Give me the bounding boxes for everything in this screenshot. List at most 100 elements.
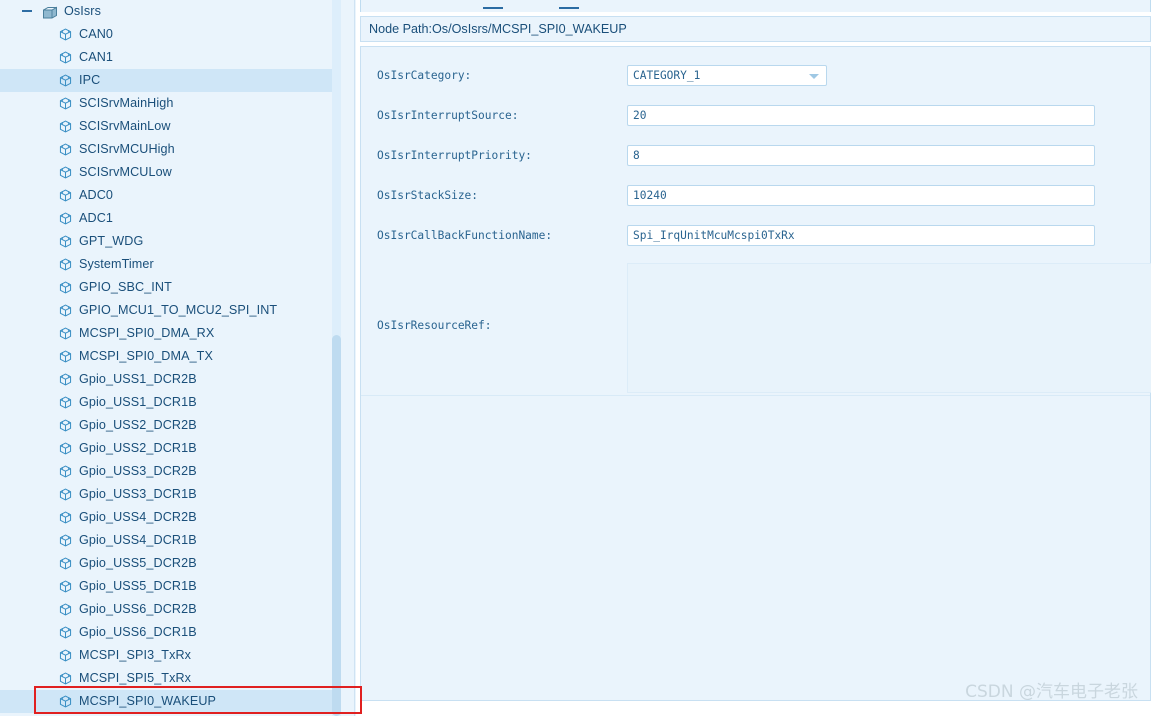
editor-panel: Node Path:Os/OsIsrs/MCSPI_SPI0_WAKEUP Os… bbox=[356, 0, 1151, 716]
cube-icon bbox=[58, 326, 73, 341]
tree-item-gpio-uss6-dcr1b[interactable]: Gpio_USS6_DCR1B bbox=[0, 621, 341, 644]
tree-item-label: GPIO_MCU1_TO_MCU2_SPI_INT bbox=[79, 303, 278, 317]
tree-item-label: GPIO_SBC_INT bbox=[79, 280, 172, 294]
tree-item-label: Gpio_USS3_DCR2B bbox=[79, 464, 197, 478]
tree-item-gpio-sbc-int[interactable]: GPIO_SBC_INT bbox=[0, 276, 341, 299]
tree-item-label: Gpio_USS2_DCR2B bbox=[79, 418, 197, 432]
tab-underline-mark-1 bbox=[483, 7, 503, 9]
tree-item-gpio-uss5-dcr2b[interactable]: Gpio_USS5_DCR2B bbox=[0, 552, 341, 575]
tree-item-label: OsIsrs bbox=[64, 4, 101, 18]
tree-item-label: Gpio_USS1_DCR2B bbox=[79, 372, 197, 386]
tree-item-can0[interactable]: CAN0 bbox=[0, 23, 341, 46]
tree-item-scisrvmculow[interactable]: SCISrvMCULow bbox=[0, 161, 341, 184]
tree-item-label: SCISrvMCUHigh bbox=[79, 142, 175, 156]
tree-item-label: MCSPI_SPI0_WAKEUP bbox=[79, 694, 217, 708]
tree-item-gpio-uss1-dcr2b[interactable]: Gpio_USS1_DCR2B bbox=[0, 368, 341, 391]
tree-list: OsIsrs CAN0 CAN1 IPC SCISrvMainHigh SCISrvMai… bbox=[0, 0, 341, 713]
tree-item-ipc[interactable]: IPC bbox=[0, 69, 341, 92]
tree-item-label: Gpio_USS5_DCR1B bbox=[79, 579, 197, 593]
cube-icon bbox=[58, 694, 73, 709]
cube-icon bbox=[58, 303, 73, 318]
cube-icon bbox=[58, 257, 73, 272]
field-label: OsIsrCallBackFunctionName: bbox=[377, 229, 553, 242]
field-input[interactable]: 20 bbox=[627, 105, 1095, 126]
cube-icon bbox=[58, 73, 73, 88]
tree-scrollbar-thumb[interactable] bbox=[332, 335, 341, 716]
tree-item-label: MCSPI_SPI3_TxRx bbox=[79, 648, 192, 662]
tree-item-mcspi-spi0-dma-rx[interactable]: MCSPI_SPI0_DMA_RX bbox=[0, 322, 341, 345]
field-combobox[interactable]: CATEGORY_1 bbox=[627, 65, 827, 86]
tree-item-label: SCISrvMainLow bbox=[79, 119, 171, 133]
tree-item-gpt-wdg[interactable]: GPT_WDG bbox=[0, 230, 341, 253]
cube-icon bbox=[58, 602, 73, 617]
tree-item-gpio-uss3-dcr1b[interactable]: Gpio_USS3_DCR1B bbox=[0, 483, 341, 506]
cube-icon bbox=[58, 441, 73, 456]
form-row-osisrstacksize: OsIsrStackSize: 10240 bbox=[361, 185, 1151, 207]
field-input[interactable]: 10240 bbox=[627, 185, 1095, 206]
tree-item-adc0[interactable]: ADC0 bbox=[0, 184, 341, 207]
cube-icon bbox=[58, 372, 73, 387]
tree-item-gpio-uss6-dcr2b[interactable]: Gpio_USS6_DCR2B bbox=[0, 598, 341, 621]
tree-item-label: Gpio_USS5_DCR2B bbox=[79, 556, 197, 570]
tree-item-label: ADC1 bbox=[79, 211, 113, 225]
tree-item-scisrvmainlow[interactable]: SCISrvMainLow bbox=[0, 115, 341, 138]
tree-item-systemtimer[interactable]: SystemTimer bbox=[0, 253, 341, 276]
tree-item-root[interactable]: OsIsrs bbox=[0, 0, 341, 23]
tree-item-scisrvmainhigh[interactable]: SCISrvMainHigh bbox=[0, 92, 341, 115]
tree-item-mcspi-spi5-txrx[interactable]: MCSPI_SPI5_TxRx bbox=[0, 667, 341, 690]
cube-icon bbox=[58, 510, 73, 525]
tree-panel-divider bbox=[354, 0, 355, 716]
collapse-minus-icon[interactable] bbox=[22, 10, 32, 12]
field-input[interactable]: 8 bbox=[627, 145, 1095, 166]
tree-item-label: MCSPI_SPI0_DMA_TX bbox=[79, 349, 213, 363]
cube-icon bbox=[58, 234, 73, 249]
form-row-osisrinterruptsource: OsIsrInterruptSource: 20 bbox=[361, 105, 1151, 127]
tree-item-gpio-uss1-dcr1b[interactable]: Gpio_USS1_DCR1B bbox=[0, 391, 341, 414]
cube-icon bbox=[58, 579, 73, 594]
tree-item-gpio-uss3-dcr2b[interactable]: Gpio_USS3_DCR2B bbox=[0, 460, 341, 483]
cube-icon bbox=[58, 142, 73, 157]
tree-item-adc1[interactable]: ADC1 bbox=[0, 207, 341, 230]
resource-ref-list[interactable] bbox=[627, 263, 1151, 393]
tree-item-label: Gpio_USS2_DCR1B bbox=[79, 441, 197, 455]
cube-icon bbox=[58, 188, 73, 203]
cube-icon bbox=[58, 27, 73, 42]
cube-icon bbox=[58, 487, 73, 502]
cube-icon bbox=[58, 395, 73, 410]
property-form: OsIsrCategory: CATEGORY_1 OsIsrInterruptSo… bbox=[360, 46, 1151, 701]
chevron-down-icon[interactable] bbox=[809, 74, 819, 79]
tree-item-gpio-uss5-dcr1b[interactable]: Gpio_USS5_DCR1B bbox=[0, 575, 341, 598]
tree-item-mcspi-spi0-wakeup[interactable]: MCSPI_SPI0_WAKEUP bbox=[0, 690, 341, 713]
tree-item-can1[interactable]: CAN1 bbox=[0, 46, 341, 69]
cube-icon bbox=[58, 556, 73, 571]
tree-item-gpio-uss2-dcr2b[interactable]: Gpio_USS2_DCR2B bbox=[0, 414, 341, 437]
node-path-bar: Node Path:Os/OsIsrs/MCSPI_SPI0_WAKEUP bbox=[360, 16, 1151, 42]
tree-item-label: ADC0 bbox=[79, 188, 113, 202]
field-label: OsIsrStackSize: bbox=[377, 189, 479, 202]
field-input[interactable]: Spi_IrqUnitMcuMcspi0TxRx bbox=[627, 225, 1095, 246]
tree-item-gpio-uss4-dcr1b[interactable]: Gpio_USS4_DCR1B bbox=[0, 529, 341, 552]
tree-item-mcspi-spi0-dma-tx[interactable]: MCSPI_SPI0_DMA_TX bbox=[0, 345, 341, 368]
configuration-tree-panel: OsIsrs CAN0 CAN1 IPC SCISrvMainHigh SCISrvMai… bbox=[0, 0, 355, 716]
tree-item-gpio-mcu1-to-mcu2-spi-int[interactable]: GPIO_MCU1_TO_MCU2_SPI_INT bbox=[0, 299, 341, 322]
tree-item-label: GPT_WDG bbox=[79, 234, 144, 248]
tree-item-gpio-uss4-dcr2b[interactable]: Gpio_USS4_DCR2B bbox=[0, 506, 341, 529]
tree-item-label: MCSPI_SPI0_DMA_RX bbox=[79, 326, 215, 340]
tree-item-mcspi-spi3-txrx[interactable]: MCSPI_SPI3_TxRx bbox=[0, 644, 341, 667]
form-row-osisrcallbackfunctionname: OsIsrCallBackFunctionName: Spi_IrqUnitMcu… bbox=[361, 225, 1151, 247]
cube-icon bbox=[58, 418, 73, 433]
tree-item-label: Gpio_USS3_DCR1B bbox=[79, 487, 197, 501]
cube-icon bbox=[58, 625, 73, 640]
tree-item-label: Gpio_USS6_DCR1B bbox=[79, 625, 197, 639]
cube-icon bbox=[58, 349, 73, 364]
cube-icon bbox=[58, 211, 73, 226]
package-icon bbox=[42, 5, 58, 19]
tree-item-scisrvmcuhigh[interactable]: SCISrvMCUHigh bbox=[0, 138, 341, 161]
tree-item-label: Gpio_USS6_DCR2B bbox=[79, 602, 197, 616]
cube-icon bbox=[58, 50, 73, 65]
tree-item-label: SCISrvMainHigh bbox=[79, 96, 174, 110]
form-row-osisrcategory: OsIsrCategory: CATEGORY_1 bbox=[361, 65, 1151, 87]
tree-item-label: CAN0 bbox=[79, 27, 113, 41]
tree-item-gpio-uss2-dcr1b[interactable]: Gpio_USS2_DCR1B bbox=[0, 437, 341, 460]
cube-icon bbox=[58, 96, 73, 111]
